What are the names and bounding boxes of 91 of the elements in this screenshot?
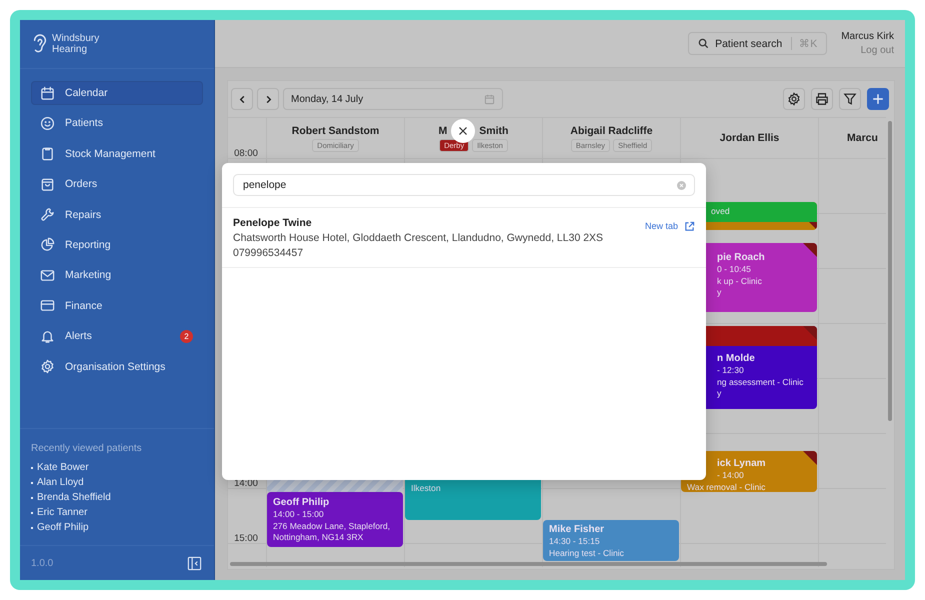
corner-flag-icon (809, 222, 817, 230)
recent-patient-link[interactable]: Geoff Philip (31, 522, 203, 533)
smiley-face-icon (40, 116, 55, 131)
patient-phone: 079996534457 (233, 247, 304, 259)
appointment-text: k up - Clinic (716, 276, 763, 287)
printer-icon (815, 92, 829, 106)
user-name: Marcus Kirk (841, 31, 894, 42)
staff-name: M (438, 124, 448, 136)
patient-address: Chatsworth House Hotel, Gloddaeth Crescent, Llandudno, Gwynedd, LL30 2XS (233, 232, 604, 244)
appointment-text: n Molde (716, 352, 756, 365)
search-icon (698, 38, 710, 49)
settings-icon (787, 92, 801, 106)
corner-flag-icon (803, 243, 817, 257)
nav-item[interactable]: Finance (31, 294, 203, 318)
nav-item[interactable]: Stock Management (31, 142, 203, 166)
logo-text: Windsbury Hearing (52, 33, 100, 55)
appointment-text: 0 - 10:45 (716, 264, 752, 276)
appointment-text: Mike Fisher (549, 523, 606, 536)
appointment-text: ng assessment - Clinic (716, 376, 804, 388)
collapse-sidebar-icon[interactable] (187, 556, 202, 570)
keyboard-shortcut: ⌘K (791, 37, 818, 50)
filter-icon (843, 92, 857, 106)
appointment-card[interactable]: Geoff Philip 14:00 - 15:00 276 Meadow Lane, Stapleford, Nottingham, NG14 3RX (267, 492, 403, 547)
chevron-right-icon (264, 94, 272, 104)
next-day-button[interactable] (257, 88, 279, 110)
appointment-text: Hearing test - Clinic (549, 548, 625, 559)
appointment-text: y (716, 388, 722, 400)
bag-icon (40, 176, 55, 192)
settings-button[interactable] (783, 88, 805, 110)
calendar-icon (484, 94, 495, 104)
nav-item[interactable]: Alerts 2 (31, 324, 203, 348)
recent-patient-link[interactable]: Eric Tanner (31, 507, 203, 518)
previous-day-button[interactable] (231, 88, 253, 110)
appointment-text: 14:30 - 15:15 (549, 536, 601, 548)
nav-item[interactable]: Orders (31, 172, 203, 196)
add-button[interactable] (867, 88, 889, 110)
filter-button[interactable] (839, 88, 861, 110)
recent-patient-link[interactable]: Kate Bower (31, 462, 203, 473)
plus-icon (871, 92, 885, 106)
date-field[interactable]: Monday, 14 July (283, 88, 503, 110)
appointment-text: Geoff Philip (273, 496, 330, 509)
wrench-icon (40, 207, 55, 222)
external-link-icon (684, 221, 695, 232)
appointment-text: 276 Meadow Lane, Stapleford, (273, 520, 392, 532)
calendar-icon (40, 86, 55, 100)
horizontal-scrollbar[interactable] (230, 562, 827, 566)
pie-chart-icon (40, 237, 55, 252)
time-label: 08:00 (233, 148, 259, 159)
corner-flag-icon (803, 451, 817, 465)
nav-item[interactable]: Reporting (31, 232, 203, 257)
time-label: 15:00 (233, 533, 259, 544)
corner-flag-icon (803, 326, 817, 340)
recent-patients-heading: Recently viewed patients (31, 443, 143, 454)
staff-name: Jordan Ellis (720, 132, 780, 144)
clipboard-icon (40, 146, 55, 162)
appointment-card[interactable]: Mike Fisher 14:30 - 15:15 Hearing test - Clinic (543, 520, 679, 561)
nav-item[interactable]: Marketing (31, 263, 203, 288)
bell-icon (40, 328, 55, 344)
nav-item[interactable]: Calendar (31, 81, 203, 105)
staff-name: Abigail Radcliffe (570, 124, 653, 136)
search-result[interactable]: Penelope Twine Chatsworth House Hotel, Gloddaeth Crescent, Llandudno, Gwynedd, LL30 2XS 079996534457 New tab (222, 207, 706, 268)
patient-search-button[interactable]: Patient search ⌘K (688, 32, 828, 55)
appointment-text: y (716, 287, 722, 298)
settings-icon (40, 359, 55, 374)
appointment-text: 14:00 - 15:00 (273, 509, 325, 520)
search-field[interactable]: penelope (233, 174, 695, 196)
nav-item[interactable]: Patients (31, 111, 203, 136)
patient-name: Penelope Twine (233, 217, 313, 229)
recent-patient-link[interactable]: Brenda Sheffield (31, 492, 203, 503)
appointment-text: - 12:30 (716, 365, 745, 376)
staff-name: Marcu (847, 132, 878, 144)
chevron-left-icon (238, 94, 246, 104)
appointment-text: Wax removal - Clinic (687, 482, 766, 492)
credit-card-icon (40, 298, 55, 314)
vertical-scrollbar[interactable] (888, 121, 892, 421)
close-icon (458, 126, 468, 136)
alert-count-badge: 2 (180, 330, 193, 343)
appointment-status: oved (710, 206, 730, 218)
appointment-text: Ilkeston (411, 483, 442, 494)
recent-patient-link[interactable]: Alan Lloyd (31, 477, 203, 488)
appointment-text: ick Lynam (716, 457, 767, 470)
appointment-text: Nottingham, NG14 3RX (273, 532, 364, 544)
version-label: 1.0.0 (31, 558, 54, 568)
appointment-text: - 14:00 (716, 470, 745, 482)
staff-name: Robert Sandstom (292, 124, 380, 136)
staff-name: Smith (479, 124, 508, 136)
nav-item[interactable]: Repairs (31, 202, 203, 227)
print-button[interactable] (811, 88, 833, 110)
nav-item[interactable]: Organisation Settings (31, 354, 203, 379)
envelope-icon (40, 268, 55, 283)
appointment-text: pie Roach (716, 251, 766, 264)
